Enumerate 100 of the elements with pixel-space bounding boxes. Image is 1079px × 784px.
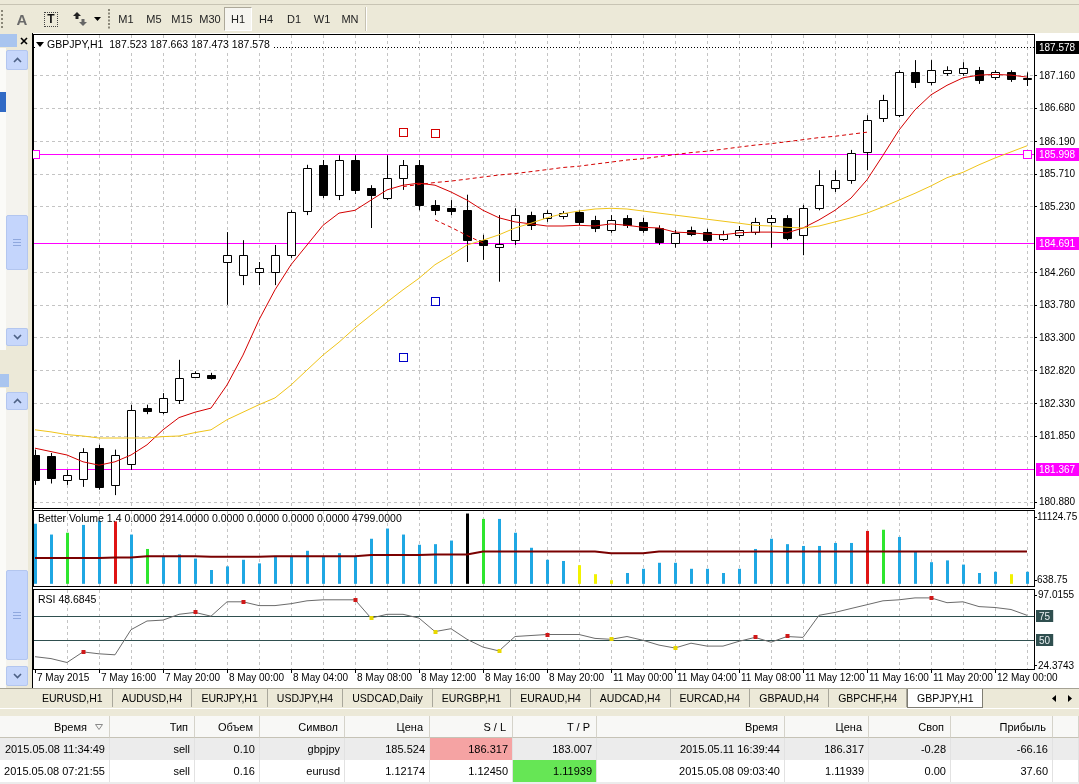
candle [927,59,936,86]
square-marker-icon [399,353,408,362]
column-header[interactable]: Символ [260,716,345,738]
candle [783,214,792,241]
chart-tab[interactable]: AUDCAD,H4 [590,689,671,707]
chart-title: GBPJPY,H1 187.523 187.663 187.473 187.578 [47,38,270,51]
candle [271,244,280,286]
candle [671,229,680,249]
candle [143,404,152,415]
candle [815,169,824,211]
price-label: 185.710 [1039,168,1076,180]
column-header[interactable]: Объем [195,716,260,738]
data-point [545,633,550,637]
timeframe-button[interactable]: M5 [140,7,168,31]
timeframe-button[interactable]: M30 [196,7,224,31]
column-header[interactable]: T / P [513,716,597,738]
scroll-up-button[interactable] [6,50,28,70]
candle [351,154,360,195]
level-tag: 50 [1036,634,1054,646]
table-cell: 186.317 [430,738,513,760]
text-label-tool-button[interactable]: T [39,7,63,31]
table-cell: 1.11939 [785,760,869,782]
data-point [929,596,934,600]
timeframe-button[interactable]: H1 [224,7,252,31]
scroll-down-button[interactable] [6,666,28,686]
candle [431,199,440,216]
candle [655,224,664,246]
dropdown-triangle-icon[interactable] [36,42,44,47]
candle [111,449,120,496]
chart-tab[interactable]: GBPAUD,H4 [750,689,830,707]
data-point [785,634,790,638]
timeframe-button[interactable]: W1 [308,7,336,31]
scroll-up-button[interactable] [6,392,28,410]
data-point [193,610,198,614]
chart-tab[interactable]: USDJPY,H4 [267,689,344,707]
column-header[interactable]: Своп [869,716,951,738]
column-header[interactable]: Тип [110,716,195,738]
sort-icon [95,723,103,730]
table-cell: 0.16 [195,760,260,782]
time-label: 8 May 16:00 [485,672,541,684]
data-point [353,598,358,602]
scrollbar-thumb[interactable] [6,570,28,660]
chart-tab[interactable]: AUDUSD,H4 [112,689,193,707]
chevron-down-icon [12,673,22,679]
data-point [609,637,614,641]
candle [735,225,744,239]
candle [1023,71,1032,87]
table-cell: 1.11939 [513,760,597,782]
timeframe-button[interactable]: H4 [252,7,280,31]
candle [943,65,952,77]
candle [159,392,168,415]
text-tool-button[interactable]: A [10,7,34,31]
candle [335,154,344,201]
candle [767,214,776,249]
candle [463,194,472,263]
candle [623,214,632,229]
column-header[interactable]: Время [597,716,785,738]
price-label: 184.260 [1039,266,1076,278]
chart-tab[interactable]: EURGBP,H1 [432,689,512,707]
candle [287,209,296,259]
chevron-down-icon [12,334,22,340]
timeframe-button[interactable]: D1 [280,7,308,31]
chart-tab[interactable]: EURAUD,H4 [511,689,591,707]
column-header[interactable]: Прибыль [951,716,1053,738]
timeframe-button[interactable]: M1 [112,7,140,31]
candle [527,211,536,231]
column-header[interactable]: Цена [785,716,869,738]
chart-tab[interactable]: USDCAD,Daily [343,689,433,707]
candle [79,447,88,488]
candle [575,209,584,226]
timeframe-button[interactable]: M15 [168,7,196,31]
time-label: 11 May 00:00 [613,672,673,684]
candle [255,261,264,286]
data-point [81,650,86,654]
chart-tab[interactable]: EURJPY,H1 [192,689,268,707]
scrollbar-thumb[interactable] [6,215,28,270]
volume-bar [34,523,37,584]
candle [239,239,248,286]
scroll-down-button[interactable] [6,328,28,346]
column-header[interactable]: S / L [430,716,513,738]
time-label: 7 May 16:00 [101,672,157,684]
chart-tab[interactable]: GBPJPY,H1 [907,689,984,708]
horizontal-line[interactable] [33,243,1035,244]
caret-icon [93,17,101,21]
time-label: 8 May 20:00 [549,672,605,684]
timeframe-button[interactable]: MN [336,7,364,31]
candle [879,94,888,123]
candle [303,164,312,216]
scrollbar[interactable] [6,410,28,666]
column-header[interactable]: Время [0,716,110,738]
chart-tab[interactable]: EURUSD,H1 [33,689,113,707]
candle [831,169,840,193]
data-point [241,600,246,604]
scrollbar[interactable] [6,70,28,328]
candle [847,149,856,185]
candle [495,214,504,283]
close-icon[interactable] [20,36,28,45]
candle [863,114,872,171]
chart-tab[interactable]: EURCAD,H4 [670,689,751,707]
column-header[interactable]: Цена [345,716,430,738]
